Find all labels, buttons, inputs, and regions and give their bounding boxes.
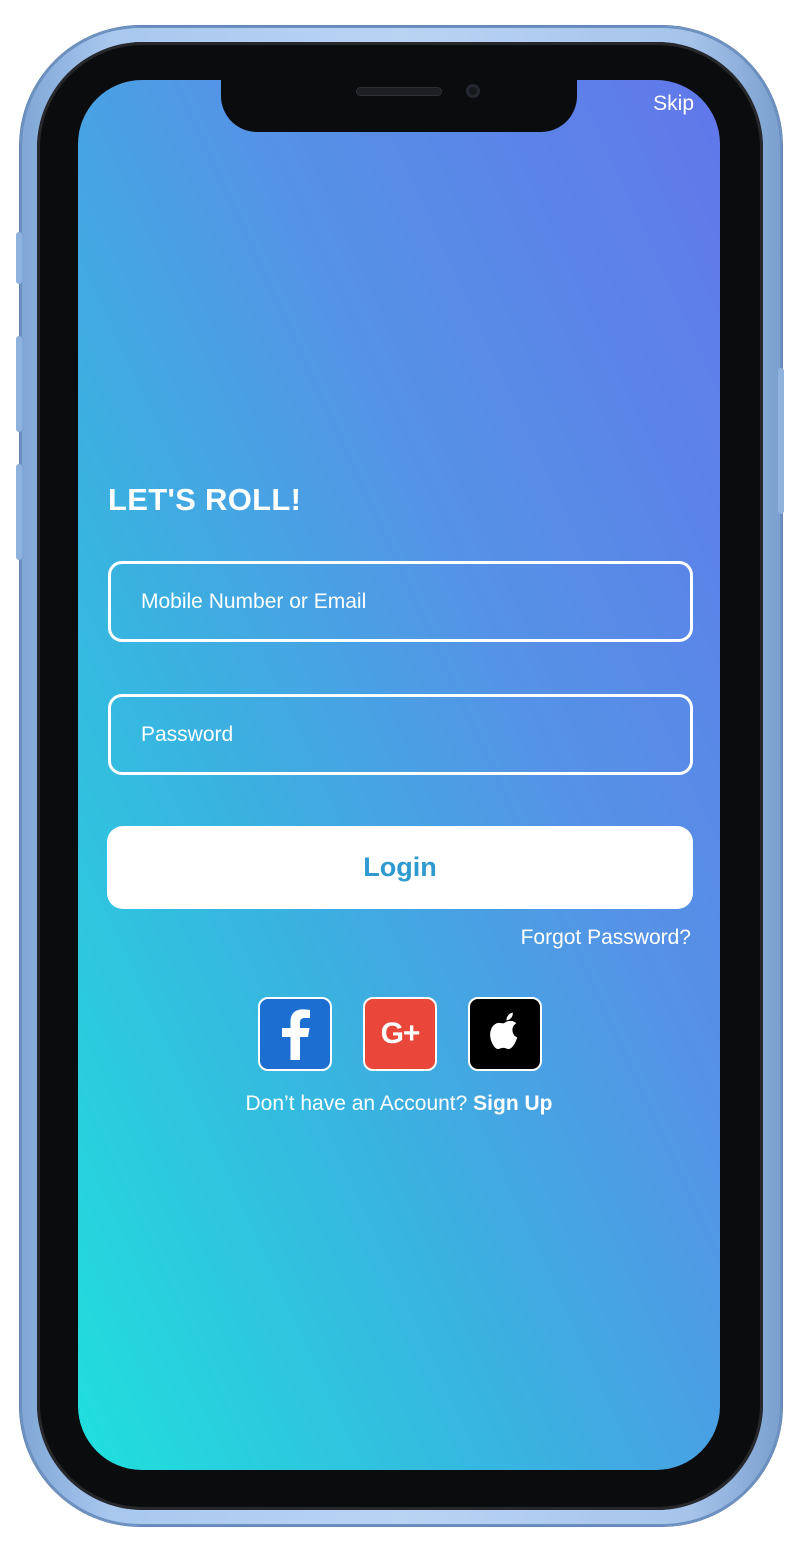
app-screen: Skip LET'S ROLL! Mobile Number or Email … xyxy=(78,80,720,1470)
signup-prompt-text: Don’t have an Account? xyxy=(245,1092,468,1115)
identifier-placeholder: Mobile Number or Email xyxy=(141,589,367,613)
google-plus-login-button[interactable]: G+ xyxy=(363,997,437,1071)
volume-up-button xyxy=(16,336,22,432)
google-plus-icon: G+ xyxy=(380,1017,421,1050)
volume-down-button xyxy=(16,464,22,560)
power-button xyxy=(778,368,784,514)
password-placeholder: Password xyxy=(141,722,234,746)
login-button[interactable]: Login xyxy=(107,826,693,909)
identifier-input[interactable]: Mobile Number or Email xyxy=(108,561,693,642)
login-button-label: Login xyxy=(363,852,437,882)
front-camera xyxy=(466,84,480,98)
mute-switch xyxy=(16,232,22,284)
apple-login-button[interactable] xyxy=(468,997,542,1071)
page-title: LET'S ROLL! xyxy=(108,482,302,517)
facebook-icon xyxy=(273,1004,317,1065)
apple-icon xyxy=(485,1009,525,1060)
password-input[interactable]: Password xyxy=(108,694,693,775)
notch xyxy=(221,80,577,132)
signup-prompt: Don’t have an Account? Sign Up xyxy=(78,1092,720,1116)
social-login-row: G+ xyxy=(78,997,720,1071)
facebook-login-button[interactable] xyxy=(258,997,332,1071)
skip-button[interactable]: Skip xyxy=(653,92,694,116)
forgot-password-link[interactable]: Forgot Password? xyxy=(521,926,691,950)
signup-link[interactable]: Sign Up xyxy=(473,1092,552,1115)
earpiece-speaker xyxy=(356,87,442,96)
